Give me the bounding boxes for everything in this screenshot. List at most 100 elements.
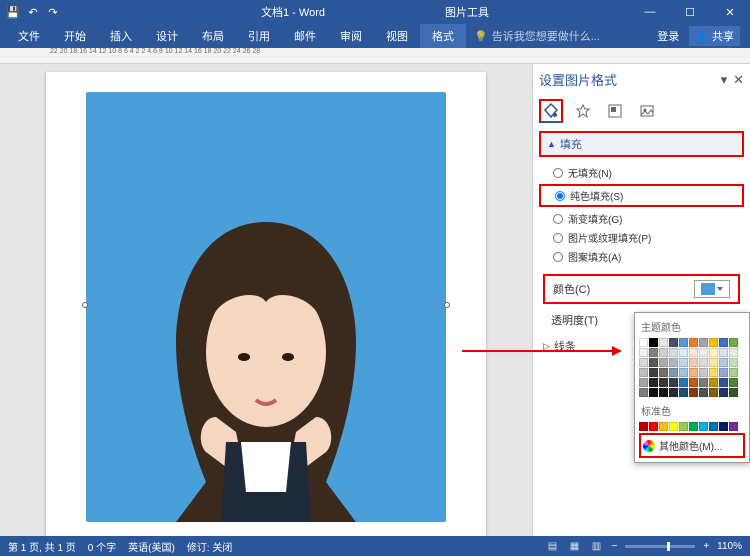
color-swatch[interactable] (709, 368, 718, 377)
color-swatch[interactable] (649, 368, 658, 377)
color-swatch[interactable] (639, 358, 648, 367)
document-area[interactable] (0, 64, 532, 536)
color-swatch[interactable] (639, 378, 648, 387)
color-swatch[interactable] (709, 358, 718, 367)
color-swatch[interactable] (679, 358, 688, 367)
color-swatch[interactable] (639, 388, 648, 397)
color-swatch[interactable] (679, 348, 688, 357)
tab-references[interactable]: 引用 (236, 24, 282, 48)
color-swatch[interactable] (719, 348, 728, 357)
fill-line-category-icon[interactable] (539, 99, 563, 123)
color-swatch[interactable] (669, 378, 678, 387)
color-swatch[interactable] (719, 338, 728, 347)
color-swatch[interactable] (699, 358, 708, 367)
web-layout-icon[interactable]: ▥ (589, 539, 603, 553)
color-swatch[interactable] (649, 388, 658, 397)
tab-mailings[interactable]: 邮件 (282, 24, 328, 48)
color-swatch[interactable] (679, 422, 688, 431)
color-swatch[interactable] (639, 368, 648, 377)
redo-icon[interactable]: ↷ (46, 5, 60, 19)
color-swatch[interactable] (649, 422, 658, 431)
color-swatch[interactable] (729, 388, 738, 397)
color-swatch[interactable] (729, 378, 738, 387)
color-swatch[interactable] (669, 348, 678, 357)
color-swatch[interactable] (719, 358, 728, 367)
color-swatch[interactable] (649, 358, 658, 367)
tell-me-search[interactable]: 💡 告诉我您想要做什么... (466, 24, 600, 48)
fill-gradient-option[interactable]: 渐变填充(G) (539, 209, 744, 228)
layout-category-icon[interactable] (603, 99, 627, 123)
color-swatch[interactable] (729, 368, 738, 377)
color-swatch[interactable] (679, 388, 688, 397)
color-swatch[interactable] (689, 338, 698, 347)
color-swatch[interactable] (719, 368, 728, 377)
tab-layout[interactable]: 布局 (190, 24, 236, 48)
color-swatch[interactable] (699, 338, 708, 347)
color-swatch[interactable] (679, 368, 688, 377)
zoom-level[interactable]: 110% (717, 541, 742, 552)
window-minimize[interactable]: — (630, 0, 670, 24)
fill-picture-option[interactable]: 图片或纹理填充(P) (539, 228, 744, 247)
color-swatch[interactable] (709, 422, 718, 431)
color-swatch[interactable] (659, 338, 668, 347)
color-swatch[interactable] (699, 422, 708, 431)
color-swatch[interactable] (719, 378, 728, 387)
tab-review[interactable]: 审阅 (328, 24, 374, 48)
selected-picture[interactable] (86, 92, 446, 522)
color-swatch[interactable] (659, 348, 668, 357)
autosave-icon[interactable]: 💾 (6, 5, 20, 19)
color-swatch[interactable] (669, 358, 678, 367)
color-swatch[interactable] (729, 348, 738, 357)
color-swatch[interactable] (639, 348, 648, 357)
color-swatch[interactable] (699, 378, 708, 387)
color-swatch[interactable] (659, 422, 668, 431)
color-swatch[interactable] (709, 348, 718, 357)
fill-solid-option[interactable]: 纯色填充(S) (541, 186, 742, 205)
color-swatch[interactable] (669, 368, 678, 377)
print-layout-icon[interactable]: ▦ (567, 539, 581, 553)
fill-color-button[interactable] (694, 280, 730, 298)
color-swatch[interactable] (709, 378, 718, 387)
color-swatch[interactable] (699, 348, 708, 357)
status-language[interactable]: 英语(美国) (128, 539, 175, 554)
selection-handle-right[interactable] (444, 302, 450, 308)
color-swatch[interactable] (679, 378, 688, 387)
tab-design[interactable]: 设计 (144, 24, 190, 48)
tab-view[interactable]: 视图 (374, 24, 420, 48)
color-swatch[interactable] (639, 338, 648, 347)
selection-handle-left[interactable] (82, 302, 88, 308)
status-page[interactable]: 第 1 页, 共 1 页 (8, 539, 76, 554)
pane-menu-icon[interactable]: ▾ (721, 72, 728, 88)
fill-section-header[interactable]: ▲ 填充 (539, 131, 744, 157)
color-swatch[interactable] (659, 378, 668, 387)
color-swatch[interactable] (659, 368, 668, 377)
color-swatch[interactable] (669, 338, 678, 347)
tab-file[interactable]: 文件 (6, 24, 52, 48)
color-swatch[interactable] (649, 338, 658, 347)
color-swatch[interactable] (689, 422, 698, 431)
color-swatch[interactable] (649, 348, 658, 357)
tab-insert[interactable]: 插入 (98, 24, 144, 48)
window-close[interactable]: ✕ (710, 0, 750, 24)
read-mode-icon[interactable]: ▤ (545, 539, 559, 553)
color-swatch[interactable] (689, 368, 698, 377)
sign-in-link[interactable]: 登录 (657, 28, 679, 44)
color-swatch[interactable] (659, 388, 668, 397)
color-swatch[interactable] (689, 378, 698, 387)
status-words[interactable]: 0 个字 (88, 539, 116, 554)
zoom-in-button[interactable]: + (703, 541, 709, 552)
color-swatch[interactable] (709, 388, 718, 397)
share-button[interactable]: 👤 共享 (689, 26, 740, 46)
zoom-slider[interactable] (625, 545, 695, 548)
color-swatch[interactable] (649, 378, 658, 387)
undo-icon[interactable]: ↶ (26, 5, 40, 19)
color-swatch[interactable] (639, 422, 648, 431)
color-swatch[interactable] (699, 368, 708, 377)
color-swatch[interactable] (689, 388, 698, 397)
color-swatch[interactable] (679, 338, 688, 347)
tab-format[interactable]: 格式 (420, 24, 466, 48)
color-swatch[interactable] (689, 348, 698, 357)
zoom-out-button[interactable]: − (611, 541, 617, 552)
color-swatch[interactable] (719, 388, 728, 397)
horizontal-ruler[interactable]: 22 20 18 16 14 12 10 8 6 4 2 2 4 6 8 10 … (0, 48, 750, 64)
